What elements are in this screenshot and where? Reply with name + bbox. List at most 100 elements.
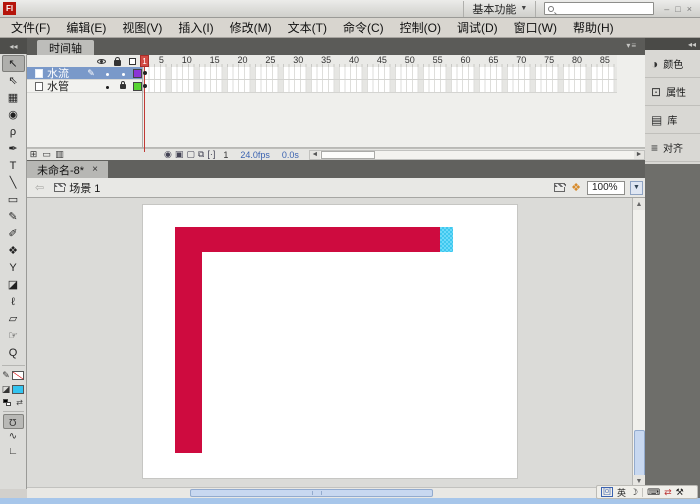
- stroke-color-swatch[interactable]: [11, 371, 24, 380]
- tools-panel-collapse[interactable]: ◂◂: [0, 38, 27, 54]
- lock-all-icon[interactable]: [114, 56, 121, 66]
- back-button[interactable]: ⇦: [35, 181, 44, 194]
- edit-scene-button[interactable]: [554, 183, 567, 192]
- hand-tool[interactable]: ☞: [2, 327, 25, 344]
- pipe-vertical-segment[interactable]: [175, 227, 202, 453]
- frame-row-shuiliu[interactable]: [143, 67, 617, 80]
- menu-insert[interactable]: 插入(I): [171, 17, 220, 38]
- lasso-tool[interactable]: ρ: [2, 123, 25, 140]
- frame-ruler[interactable]: 5 10 15 20 25 30 35 40 45 50 55 60 65 70…: [143, 55, 617, 67]
- selection-tool[interactable]: ↖: [1, 55, 25, 72]
- stage-horizontal-scrollbar[interactable]: [27, 487, 632, 498]
- ime-arrows-icon[interactable]: ⇄: [664, 487, 672, 498]
- dock-button-library[interactable]: ▤ 库: [645, 106, 700, 134]
- menu-debug[interactable]: 调试(D): [450, 17, 505, 38]
- bone-tool[interactable]: Y: [2, 259, 25, 276]
- menu-modify[interactable]: 修改(M): [223, 17, 279, 38]
- eraser-tool[interactable]: ▱: [2, 310, 25, 327]
- dock-button-color[interactable]: ◑ 颜色: [645, 50, 700, 78]
- scene-name[interactable]: 场景 1: [69, 180, 100, 196]
- menu-edit[interactable]: 编辑(E): [59, 17, 113, 38]
- snap-to-objects-toggle[interactable]: Ω: [2, 414, 24, 429]
- search-input[interactable]: [544, 2, 655, 15]
- document-tab[interactable]: 未命名-8* ×: [27, 161, 108, 178]
- dock-button-properties[interactable]: ⊡ 属性: [645, 78, 700, 106]
- 3d-rotation-tool[interactable]: ◉: [2, 106, 25, 123]
- pen-tool[interactable]: ✒: [2, 140, 25, 157]
- workspace-switcher[interactable]: 基本功能 ▼: [463, 0, 537, 17]
- dock-collapse-button[interactable]: ◂◂: [645, 38, 700, 50]
- close-document-icon[interactable]: ×: [92, 164, 98, 175]
- menu-text[interactable]: 文本(T): [281, 17, 334, 38]
- ime-tools-icon[interactable]: ⚒: [676, 487, 684, 498]
- center-frame-button[interactable]: ◉: [164, 149, 172, 160]
- menu-view[interactable]: 视图(V): [115, 17, 169, 38]
- menu-window[interactable]: 窗口(W): [507, 17, 564, 38]
- zoom-level-input[interactable]: 100%: [587, 180, 625, 195]
- stage-viewport[interactable]: [27, 198, 632, 487]
- free-transform-tool[interactable]: ▦: [2, 89, 25, 106]
- zoom-tool[interactable]: Q: [2, 344, 25, 361]
- outline-all-icon[interactable]: [129, 57, 136, 65]
- fill-color-swatch[interactable]: [12, 385, 25, 394]
- subselection-tool[interactable]: ⇖: [2, 72, 25, 89]
- pipe-horizontal-segment[interactable]: [175, 227, 453, 252]
- menu-control[interactable]: 控制(O): [393, 17, 448, 38]
- rectangle-tool[interactable]: ▭: [2, 191, 25, 208]
- layer-row-shuiliu[interactable]: 水流 ✎: [27, 67, 142, 80]
- dock-button-align[interactable]: ≡ 对齐: [645, 134, 700, 162]
- line-tool[interactable]: ╲: [2, 174, 25, 191]
- menu-commands[interactable]: 命令(C): [336, 17, 391, 38]
- edit-symbol-button[interactable]: ❖: [571, 181, 581, 194]
- stage-canvas[interactable]: [143, 205, 517, 478]
- swap-colors-button[interactable]: ⇄: [16, 398, 23, 407]
- black-white-button[interactable]: [3, 399, 12, 406]
- ime-fullwidth-icon[interactable]: ☽: [630, 487, 638, 498]
- restore-button[interactable]: □: [675, 4, 680, 14]
- pencil-tool[interactable]: ✎: [2, 208, 25, 225]
- tab-timeline[interactable]: 时间轴: [37, 40, 94, 55]
- layer-outline-color[interactable]: [133, 68, 142, 78]
- paint-bucket-tool[interactable]: ◪: [2, 276, 25, 293]
- onion-skin-outlines-button[interactable]: ▢: [186, 149, 195, 160]
- stage-vertical-scrollbar[interactable]: ▲ ▼: [632, 198, 645, 487]
- layer-lock-toggle[interactable]: [117, 81, 129, 91]
- close-button[interactable]: ×: [687, 4, 692, 14]
- brush-tool[interactable]: ✐: [2, 225, 25, 242]
- timeline-horizontal-scrollbar[interactable]: ◄ ►: [308, 149, 645, 160]
- selected-water-fill-segment[interactable]: [440, 227, 453, 252]
- delete-layer-button[interactable]: ▥: [53, 149, 66, 160]
- playhead-line[interactable]: [144, 55, 145, 152]
- ime-keyboard-icon[interactable]: ⌨: [647, 487, 660, 498]
- layer-name[interactable]: 水管: [47, 78, 81, 94]
- new-layer-button[interactable]: ⊞: [27, 149, 40, 160]
- timeline-panel-menu[interactable]: ▾≡: [626, 41, 637, 50]
- scroll-right-arrow[interactable]: ►: [634, 150, 644, 159]
- layer-outline-color[interactable]: [133, 81, 142, 91]
- layer-visibility-toggle[interactable]: [101, 68, 113, 78]
- edit-multiple-frames-button[interactable]: ⧉: [198, 149, 204, 160]
- straighten-option[interactable]: ∟: [3, 444, 24, 459]
- show-hide-all-icon[interactable]: [97, 58, 106, 64]
- modify-markers-button[interactable]: [·]: [207, 149, 215, 160]
- timeline-frames-area[interactable]: 5 10 15 20 25 30 35 40 45 50 55 60 65 70…: [142, 55, 617, 148]
- scroll-left-arrow[interactable]: ◄: [309, 150, 320, 159]
- scrollbar-thumb[interactable]: [634, 430, 645, 480]
- zoom-dropdown-arrow[interactable]: ▼: [630, 180, 643, 195]
- layer-row-shuiguan[interactable]: 水管: [27, 80, 142, 93]
- eyedropper-tool[interactable]: ℓ: [2, 293, 25, 310]
- smooth-option[interactable]: ∿: [3, 429, 24, 444]
- keyframe-dot-layer2[interactable]: [143, 84, 147, 88]
- frame-rate-value[interactable]: 24.0fps: [240, 150, 270, 160]
- scrollbar-thumb[interactable]: [190, 489, 433, 497]
- scrollbar-thumb[interactable]: [320, 150, 375, 159]
- deco-tool[interactable]: ❖: [2, 242, 25, 259]
- new-folder-button[interactable]: ▭: [40, 149, 53, 160]
- text-tool[interactable]: T: [2, 157, 25, 174]
- layer-lock-toggle[interactable]: [117, 68, 129, 78]
- ime-language-toggle[interactable]: 英: [617, 486, 626, 499]
- menu-file[interactable]: 文件(F): [4, 17, 57, 38]
- layer-visibility-toggle[interactable]: [101, 81, 113, 91]
- keyframe-dot-layer1[interactable]: [143, 71, 147, 75]
- frame-row-shuiguan[interactable]: [143, 80, 617, 93]
